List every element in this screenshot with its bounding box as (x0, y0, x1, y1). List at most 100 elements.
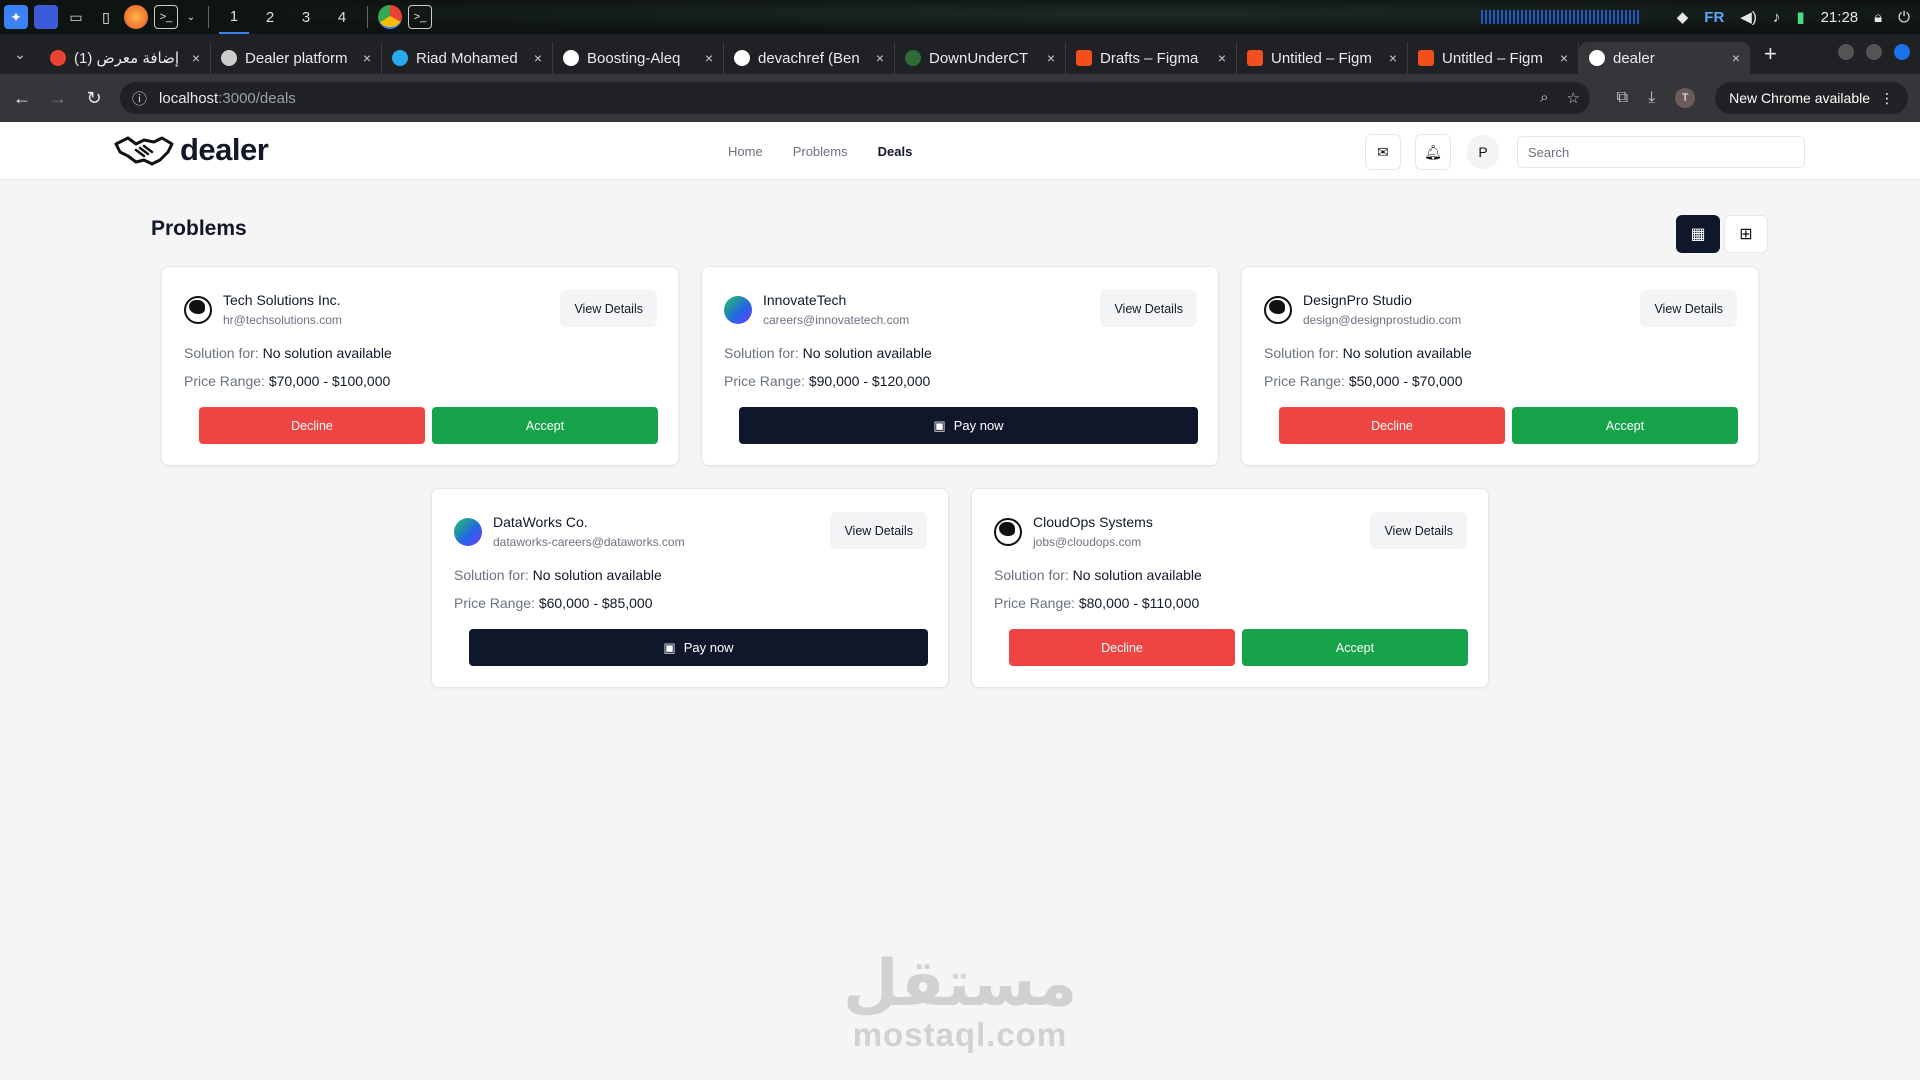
bookmark-star-icon[interactable]: ☆ (1567, 89, 1580, 107)
folder-icon[interactable]: ▭ (64, 5, 88, 29)
brand-logo[interactable]: dealer (114, 130, 269, 170)
workspace-1[interactable]: 1 (219, 0, 249, 34)
browser-tab[interactable]: Drafts – Figma × (1066, 42, 1237, 74)
close-icon[interactable]: × (1047, 50, 1055, 66)
site-info-icon[interactable]: ⓘ (132, 88, 147, 109)
solution-value: No solution available (802, 345, 932, 361)
search-input[interactable] (1517, 136, 1805, 168)
chrome-icon[interactable] (378, 5, 402, 29)
decline-button[interactable]: Decline (199, 407, 425, 444)
view-details-button[interactable]: View Details (1370, 512, 1467, 549)
terminal-icon[interactable]: >_ (408, 5, 432, 29)
new-chrome-available-button[interactable]: New Chrome available ⋮ (1715, 82, 1908, 114)
document-icon[interactable]: ▯ (94, 5, 118, 29)
deal-card: InnovateTech careers@innovatetech.com Vi… (701, 266, 1219, 466)
forward-arrow-icon[interactable]: → (40, 88, 76, 109)
new-tab-button[interactable]: + (1764, 41, 1777, 67)
profile-avatar[interactable]: T (1675, 88, 1696, 108)
close-icon[interactable]: × (363, 50, 371, 66)
browser-tab[interactable]: Untitled – Figm × (1408, 42, 1579, 74)
browser-tab[interactable]: Boosting-Aleq × (553, 42, 724, 74)
reload-icon[interactable]: ↻ (76, 88, 112, 109)
lock-icon[interactable]: 🔒︎ (1874, 9, 1882, 26)
chevron-down-icon[interactable]: ⌄ (184, 5, 198, 29)
nav-problems[interactable]: Problems (793, 144, 848, 159)
view-details-button[interactable]: View Details (1100, 290, 1197, 327)
bell-icon: 🔔︎ (1424, 143, 1442, 160)
close-icon[interactable]: × (705, 50, 713, 66)
accept-button[interactable]: Accept (1242, 629, 1468, 666)
app-menu-icon[interactable]: ✦ (4, 5, 28, 29)
power-icon[interactable]: ⏻ (1898, 9, 1910, 26)
browser-tab[interactable]: Dealer platform × (211, 42, 382, 74)
clock: 21:28 (1820, 8, 1859, 26)
user-avatar[interactable]: P (1466, 135, 1500, 169)
browser-tab[interactable]: (1) إضافة معرض × (40, 42, 211, 74)
close-icon[interactable]: × (534, 50, 542, 66)
brand-name: dealer (180, 132, 269, 167)
volume-icon[interactable]: ◀) (1740, 8, 1757, 26)
minimize-icon[interactable] (1838, 44, 1854, 60)
terminal-icon[interactable]: >_ (154, 5, 178, 29)
close-icon[interactable]: × (192, 50, 200, 66)
nav-deals[interactable]: Deals (878, 144, 913, 159)
price-value: $70,000 - $100,000 (268, 373, 391, 389)
browser-tab[interactable]: Untitled – Figm × (1237, 42, 1408, 74)
extensions-icon[interactable]: ⧉ (1617, 89, 1628, 107)
address-bar[interactable]: ⓘ localhost:3000/deals ⌕ ☆ (120, 82, 1590, 114)
pay-now-button[interactable]: ▣ Pay now (739, 407, 1198, 444)
view-details-button[interactable]: View Details (1640, 290, 1737, 327)
close-icon[interactable]: × (1732, 50, 1740, 66)
zoom-icon[interactable]: ⌕ (1540, 89, 1548, 107)
workspace-2[interactable]: 2 (255, 0, 285, 34)
battery-icon[interactable]: ▮ (1796, 8, 1804, 26)
back-arrow-icon[interactable]: ← (4, 88, 40, 109)
grid-view-toggle[interactable]: ⊞ (1724, 215, 1768, 253)
accept-button[interactable]: Accept (432, 407, 658, 444)
view-details-button[interactable]: View Details (830, 512, 927, 549)
accept-button[interactable]: Accept (1512, 407, 1738, 444)
close-icon[interactable]: × (876, 50, 884, 66)
company-email: hr@techsolutions.com (223, 313, 342, 327)
price-value: $60,000 - $85,000 (538, 595, 653, 611)
deal-card: DesignPro Studio design@designprostudio.… (1241, 266, 1759, 466)
decline-button[interactable]: Decline (1009, 629, 1235, 666)
table-view-toggle[interactable]: ▦ (1676, 215, 1720, 253)
bell-icon[interactable]: ♪ (1773, 9, 1781, 26)
browser-tab[interactable]: devachref (Ben × (724, 42, 895, 74)
keyboard-layout[interactable]: FR (1704, 9, 1724, 26)
ctf-favicon-icon (905, 50, 921, 66)
taskbar-separator (208, 6, 209, 28)
close-icon[interactable]: × (1389, 50, 1397, 66)
price-line: Price Range: $50,000 - $70,000 (1264, 373, 1462, 389)
main-nav: Home Problems Deals (728, 144, 912, 159)
close-icon[interactable]: × (1560, 50, 1568, 66)
table-icon: ▦ (1690, 226, 1706, 243)
browser-tab[interactable]: Riad Mohamed × (382, 42, 553, 74)
wifi-icon[interactable]: ◆ (1677, 8, 1689, 26)
view-details-button[interactable]: View Details (560, 290, 657, 327)
browser-tab-active[interactable]: dealer × (1579, 42, 1750, 74)
audio-visualizer (1480, 10, 1641, 24)
workspace-3[interactable]: 3 (291, 0, 321, 34)
browser-tab-strip: ⌄ (1) إضافة معرض × Dealer platform × Riad … (0, 34, 1920, 74)
wallet-icon: ▣ (663, 639, 676, 655)
close-window-icon[interactable] (1894, 44, 1910, 60)
pay-now-button[interactable]: ▣ Pay now (469, 629, 928, 666)
solution-line: Solution for: No solution available (994, 567, 1202, 583)
files-icon[interactable] (34, 5, 58, 29)
decline-button[interactable]: Decline (1279, 407, 1505, 444)
solution-value: No solution available (1342, 345, 1472, 361)
download-icon[interactable]: ⤓ (1648, 89, 1655, 107)
solution-line: Solution for: No solution available (184, 345, 392, 361)
messages-button[interactable]: ✉ (1365, 134, 1401, 170)
price-value: $80,000 - $110,000 (1078, 595, 1200, 611)
workspace-4[interactable]: 4 (327, 0, 357, 34)
firefox-icon[interactable] (124, 5, 148, 29)
maximize-icon[interactable] (1866, 44, 1882, 60)
tab-search-icon[interactable]: ⌄ (0, 46, 40, 63)
notifications-button[interactable]: 🔔︎ (1415, 134, 1451, 170)
close-icon[interactable]: × (1218, 50, 1226, 66)
browser-tab[interactable]: DownUnderCT × (895, 42, 1066, 74)
nav-home[interactable]: Home (728, 144, 763, 159)
